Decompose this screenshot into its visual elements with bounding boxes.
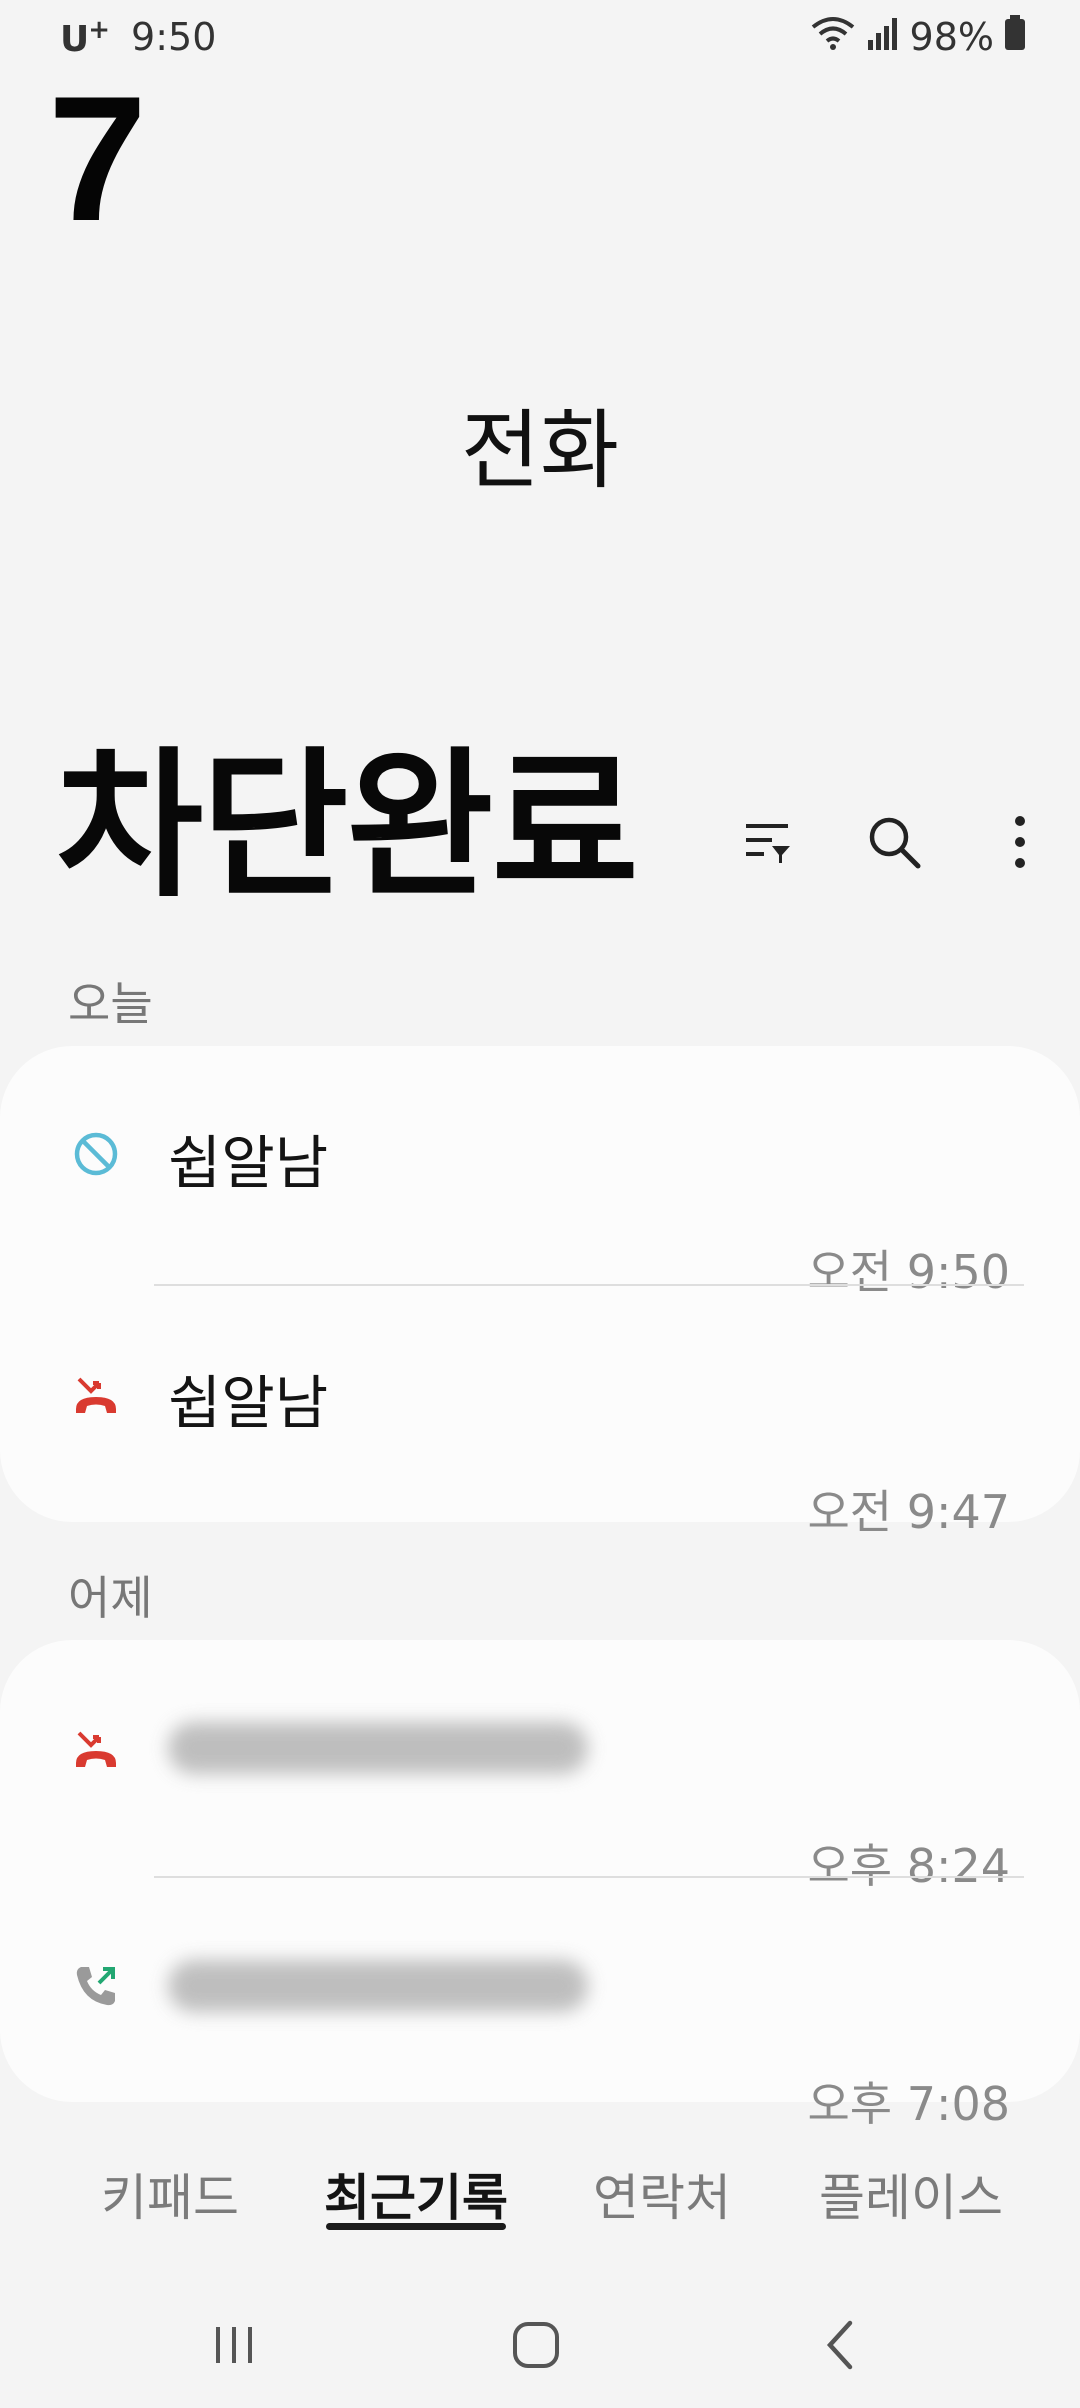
system-navigation-bar: [0, 2300, 1080, 2390]
status-bar-left: U+ 9:50: [60, 8, 216, 66]
call-log-row[interactable]: 오후 8:24: [0, 1640, 1080, 1893]
carrier-label: U+: [60, 14, 110, 60]
tab-contacts[interactable]: 연락처: [572, 2158, 752, 2230]
section-label-today: 오늘: [68, 977, 153, 1031]
call-time: 오전 9:47: [807, 1485, 1010, 1539]
missed-call-icon: [70, 1722, 122, 1774]
active-tab-indicator: [326, 2223, 506, 2230]
tab-places[interactable]: 플레이스: [806, 2158, 1016, 2230]
outgoing-call-icon: [70, 1960, 122, 2012]
page-title: 전화: [460, 401, 620, 501]
overlay-caption: 차단완료: [56, 732, 639, 919]
redacted-caller-name: [168, 1722, 588, 1774]
call-log-row[interactable]: 쉽알남 오전 9:47: [0, 1286, 1080, 1539]
caller-name: 쉽알남: [168, 1369, 329, 1437]
call-time: 오후 7:08: [807, 2077, 1010, 2131]
status-time: 9:50: [131, 15, 217, 59]
back-icon[interactable]: [800, 2310, 880, 2380]
wifi-icon: [810, 15, 856, 60]
bottom-tab-bar: 키패드 최근기록 연락처 플레이스: [0, 2158, 1080, 2248]
battery-percent: 98%: [909, 15, 994, 59]
home-icon[interactable]: [496, 2310, 576, 2380]
toolbar: [738, 805, 1050, 879]
missed-call-icon: [70, 1368, 122, 1420]
blocked-call-icon: [70, 1128, 122, 1180]
call-log-card-today: 쉽알남 오전 9:50 쉽알남 오전 9:47: [0, 1046, 1080, 1539]
redacted-caller-name: [168, 1960, 588, 2012]
signal-icon: [866, 15, 900, 59]
status-bar-right: 98%: [810, 8, 1026, 66]
call-log-card-yesterday: 오후 8:24 오후 7:08: [0, 1640, 1080, 2131]
tab-keypad[interactable]: 키패드: [80, 2158, 260, 2230]
more-options-icon[interactable]: [990, 812, 1050, 872]
recent-apps-icon[interactable]: [194, 2310, 274, 2380]
caller-name: 쉽알남: [168, 1129, 329, 1197]
search-icon[interactable]: [864, 812, 924, 872]
tab-recents[interactable]: 최근기록: [316, 2158, 516, 2230]
overlay-number: 7: [48, 59, 147, 258]
battery-icon: [1004, 14, 1026, 60]
filter-icon[interactable]: [738, 812, 798, 872]
call-log-row[interactable]: 오후 7:08: [0, 1878, 1080, 2131]
section-label-yesterday: 어제: [68, 1571, 153, 1625]
call-log-row[interactable]: 쉽알남 오전 9:50: [0, 1046, 1080, 1299]
